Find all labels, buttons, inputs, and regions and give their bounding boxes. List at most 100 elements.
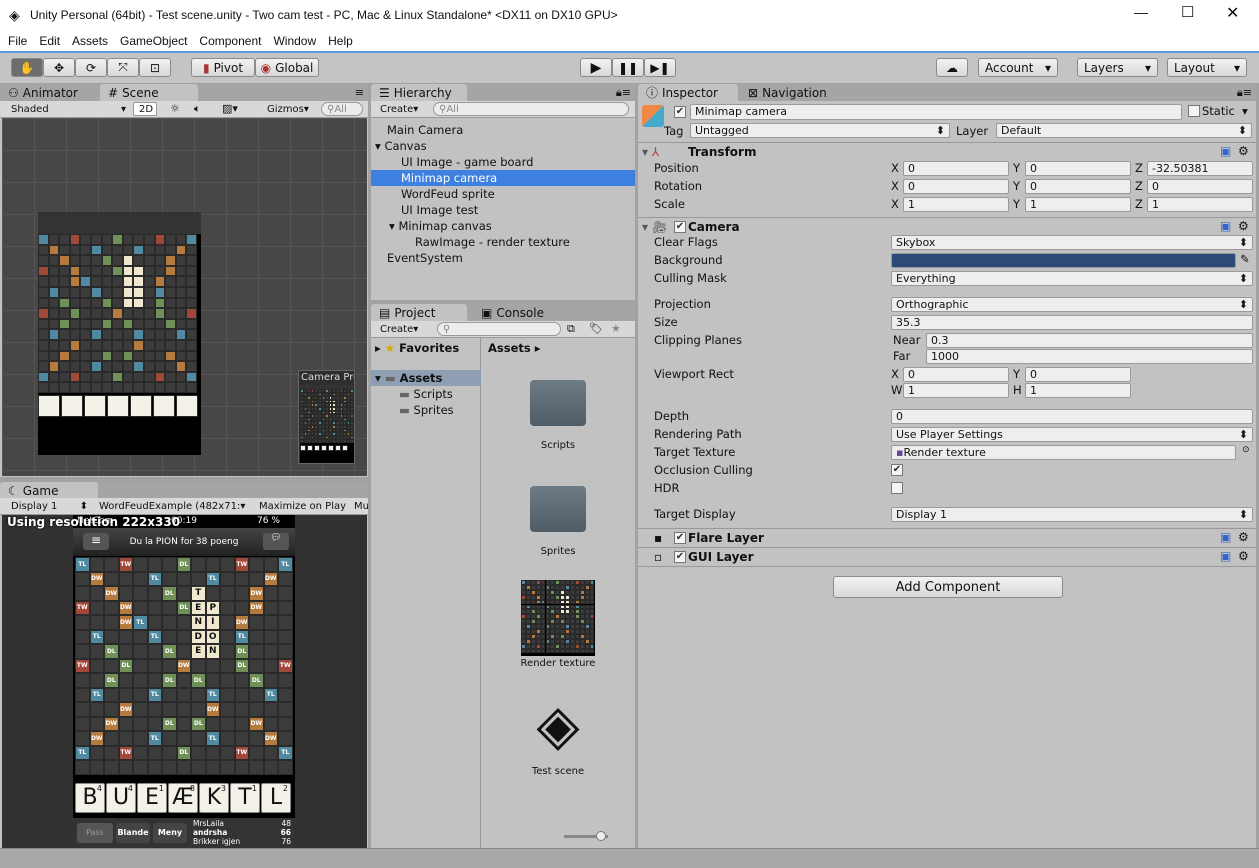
flare-layer-header[interactable]: ▪ ✔ Flare Layer ▣ ⚙ [638,528,1256,547]
board-cell[interactable] [220,716,235,731]
letter-tile[interactable]: E [191,600,206,615]
bonus-cell[interactable]: TL [89,629,104,644]
help-icon[interactable]: ▣ [1220,219,1231,233]
board-cell[interactable] [176,644,191,659]
position-x-field[interactable]: 0 [903,161,1009,176]
board-cell[interactable] [249,615,264,630]
board-cell[interactable] [220,760,235,775]
scale-tool-icon[interactable]: ⤧ [107,58,139,77]
board-cell[interactable] [133,644,148,659]
board-cell[interactable] [133,760,148,775]
board-cell[interactable] [118,571,133,586]
board-cell[interactable] [89,615,104,630]
bonus-cell[interactable]: TL [147,687,162,702]
board-cell[interactable] [220,629,235,644]
static-checkbox[interactable] [1188,105,1200,117]
board-cell[interactable] [249,760,264,775]
board-cell[interactable] [205,658,220,673]
bonus-cell[interactable]: TL [147,731,162,746]
board-cell[interactable] [118,586,133,601]
menu-window[interactable]: Window [273,34,316,48]
board-cell[interactable] [263,644,278,659]
board-cell[interactable] [278,644,293,659]
board-cell[interactable] [133,629,148,644]
bonus-cell[interactable]: TW [118,745,133,760]
tab-hierarchy[interactable]: ☰ Hierarchy [371,84,467,101]
board-cell[interactable] [220,586,235,601]
scale-y-field[interactable]: 1 [1025,197,1131,212]
board-cell[interactable] [220,731,235,746]
board-cell[interactable] [75,673,90,688]
bonus-cell[interactable]: DL [104,673,119,688]
board-cell[interactable] [263,760,278,775]
bonus-cell[interactable]: TL [205,731,220,746]
bonus-cell[interactable]: DL [176,600,191,615]
board-cell[interactable] [278,716,293,731]
board-cell[interactable] [263,615,278,630]
projection-dropdown[interactable]: Orthographic ⬍ [891,297,1253,312]
board-cell[interactable] [89,673,104,688]
board-cell[interactable] [133,600,148,615]
bonus-cell[interactable]: DW [118,702,133,717]
rack-tile[interactable]: E1 [137,783,167,813]
board-cell[interactable] [133,557,148,572]
help-icon[interactable]: ▣ [1220,549,1231,563]
bonus-cell[interactable]: DL [249,673,264,688]
board-cell[interactable] [118,644,133,659]
gear-icon[interactable]: ⚙ [1238,530,1249,544]
board-cell[interactable] [89,557,104,572]
bonus-cell[interactable]: TW [278,658,293,673]
board-cell[interactable] [118,673,133,688]
board-cell[interactable] [176,629,191,644]
rack-tile[interactable]: B4 [75,783,105,813]
board-cell[interactable] [249,687,264,702]
bonus-cell[interactable]: DW [234,615,249,630]
bonus-cell[interactable]: TW [234,557,249,572]
gear-icon[interactable]: ⚙ [1238,549,1249,563]
board-cell[interactable] [278,615,293,630]
2d-toggle[interactable]: 2D [133,102,157,116]
viewport-y-field[interactable]: 0 [1025,367,1131,382]
board-cell[interactable] [147,557,162,572]
bonus-cell[interactable]: DL [118,658,133,673]
flare-enabled-checkbox[interactable]: ✔ [674,532,686,544]
shuffle-button[interactable]: Blande [116,823,150,843]
transform-header[interactable]: ▾ ⅄ Transform ▣ ⚙ [638,142,1256,161]
board-cell[interactable] [220,600,235,615]
hierarchy-item[interactable]: Minimap camera [371,170,635,186]
scene-board-sprite[interactable] [38,212,201,455]
rotation-z-field[interactable]: 0 [1147,179,1253,194]
resolution-dropdown[interactable]: WordFeudExample (482x71: ▾ [94,499,250,513]
board-cell[interactable] [176,673,191,688]
pause-button[interactable]: ❚❚ [612,58,644,77]
display-dropdown[interactable]: Display 1 ⬍ [6,499,88,513]
board-cell[interactable] [191,702,206,717]
board-cell[interactable] [162,687,177,702]
bonus-cell[interactable]: TL [147,629,162,644]
hierarchy-item[interactable]: ▾ Canvas [371,138,635,154]
rack-tile[interactable]: Æ8 [168,783,198,813]
board-cell[interactable] [133,673,148,688]
board-cell[interactable] [205,673,220,688]
board-cell[interactable] [75,629,90,644]
board-cell[interactable] [249,745,264,760]
gear-icon[interactable]: ⚙ [1238,219,1249,233]
hand-tool-icon[interactable]: ✋ [11,58,43,77]
eyedropper-icon[interactable]: ✎ [1240,252,1250,266]
gizmos-dropdown[interactable]: Gizmos ▾ [262,102,316,116]
board-cell[interactable] [133,586,148,601]
board-cell[interactable] [263,745,278,760]
rendering_path-dropdown[interactable]: Use Player Settings ⬍ [891,427,1253,442]
board-cell[interactable] [147,716,162,731]
board-cell[interactable] [75,687,90,702]
layout-dropdown[interactable]: Layout ▾ [1167,58,1247,77]
board-cell[interactable] [75,644,90,659]
background-color-swatch[interactable] [891,253,1236,268]
board-cell[interactable] [191,557,206,572]
bonus-cell[interactable]: TW [118,557,133,572]
board-cell[interactable] [205,716,220,731]
board-cell[interactable] [104,629,119,644]
hdr-checkbox[interactable] [891,482,903,494]
board-cell[interactable] [278,629,293,644]
hierarchy-item[interactable]: WordFeud sprite [371,186,635,202]
